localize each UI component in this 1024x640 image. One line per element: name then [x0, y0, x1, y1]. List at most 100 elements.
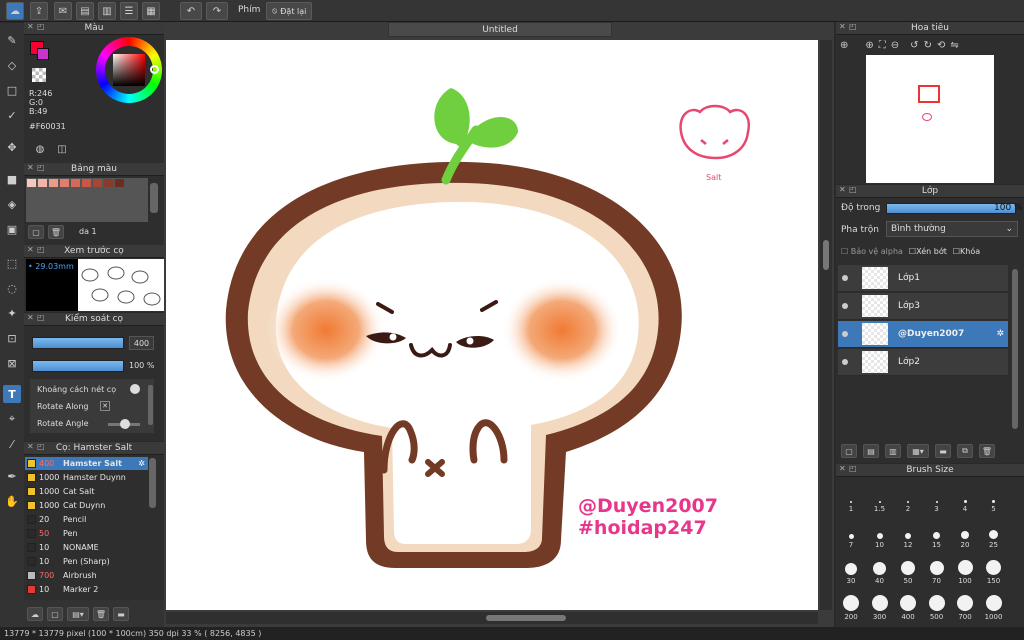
clipping-option[interactable]: ☐Xén bớt — [909, 247, 947, 256]
brush-size-cell[interactable]: 500 — [923, 587, 951, 621]
operation-tool-icon[interactable]: ⌖ — [3, 410, 21, 428]
brush-cloud-icon[interactable]: ☁ — [27, 607, 43, 621]
layer-add-menu-icon[interactable]: ▦▾ — [907, 444, 929, 458]
spacing-knob[interactable] — [130, 384, 140, 394]
eye-icon[interactable] — [842, 275, 848, 281]
palette-scrollbar[interactable] — [150, 183, 158, 213]
layer-row[interactable]: Lớp2 — [838, 349, 1008, 376]
document-icon[interactable]: ▥ — [98, 2, 116, 20]
magic-wand-tool-icon[interactable]: ✦ — [3, 304, 21, 322]
bucket-tool-icon[interactable]: ◈ — [3, 195, 21, 213]
brush-list-item[interactable]: 400 Hamster Salt ✲ — [25, 457, 148, 470]
comment-icon[interactable]: ▤ — [76, 2, 94, 20]
copy-layer-icon[interactable]: ▥ — [885, 444, 901, 458]
brush-list-item[interactable]: 10 NONAME — [25, 541, 148, 554]
size-value-field[interactable]: 400 — [129, 336, 154, 350]
pen-tool-icon[interactable]: ✒ — [3, 467, 21, 485]
brush-size-cell[interactable]: 200 — [837, 587, 865, 621]
brush-size-cell[interactable]: 20 — [951, 515, 979, 549]
brush-size-cell[interactable]: 1000 — [980, 587, 1008, 621]
cloud-icon[interactable]: ☁ — [6, 2, 24, 20]
horizontal-scroll-thumb[interactable] — [486, 615, 566, 621]
eyedropper-tool-icon[interactable]: ⁄ — [3, 435, 21, 453]
brush-size-cell[interactable]: 300 — [866, 587, 894, 621]
zoom-in-icon[interactable]: ⊕ — [840, 40, 848, 51]
move-tool-icon[interactable]: ✥ — [3, 138, 21, 156]
palette-grid[interactable] — [26, 178, 148, 222]
grid-icon[interactable]: ▦ — [142, 2, 160, 20]
eraser-tool-icon[interactable]: ◇ — [3, 56, 21, 74]
gradient-tool-icon[interactable]: ▣ — [3, 220, 21, 238]
brush-list-scrollbar[interactable] — [149, 458, 156, 508]
view-rect[interactable] — [918, 85, 940, 103]
undo-icon[interactable]: ↶ — [180, 2, 202, 20]
brush-size-cell[interactable]: 70 — [923, 551, 951, 585]
layer-row[interactable]: Lớp1 — [838, 265, 1008, 292]
new-layer-2-icon[interactable]: ▤ — [863, 444, 879, 458]
brush-folder-icon[interactable]: ▬ — [113, 607, 129, 621]
reset-button[interactable]: ⦸ Đặt lại — [266, 2, 313, 20]
layer-row[interactable]: @Duyen2007 ✲ — [838, 321, 1008, 348]
check-tool-icon[interactable]: ✓ — [3, 106, 21, 124]
opacity-slider[interactable] — [32, 360, 124, 372]
blend-mode-select[interactable]: Bình thường ⌄ — [886, 221, 1018, 237]
brush-list-item[interactable]: 10 Pen (Sharp) — [25, 555, 148, 568]
merge-layer-icon[interactable]: ⧉ — [957, 444, 973, 458]
brush-menu-label[interactable]: Phím — [238, 5, 260, 15]
chat-icon[interactable]: ✉ — [54, 2, 72, 20]
brush-list-item[interactable]: 1000 Cat Salt — [25, 485, 148, 498]
brush-list-item[interactable]: 1000 Cat Duynn — [25, 499, 148, 512]
hue-wheel[interactable] — [96, 37, 162, 103]
zoom-out-icon[interactable]: ⊖ — [891, 40, 899, 51]
brush-size-cell[interactable]: 10 — [866, 515, 894, 549]
new-palette-icon[interactable]: ▢ — [28, 225, 44, 239]
brush-size-cell[interactable]: 1 — [837, 479, 865, 513]
vertical-scroll-thumb[interactable] — [823, 240, 829, 270]
select-rect-tool-icon[interactable]: ⬚ — [3, 254, 21, 272]
rotate-along-checkbox[interactable]: ✕ — [100, 401, 110, 411]
eye-icon[interactable] — [842, 331, 848, 337]
brush-size-cell[interactable]: 700 — [951, 587, 979, 621]
hue-marker[interactable] — [150, 65, 159, 74]
transparent-swatch[interactable] — [32, 68, 46, 82]
fit-icon[interactable]: ⛶ — [879, 40, 886, 51]
brush-add-icon[interactable]: ▤▾ — [67, 607, 89, 621]
brush-list-item[interactable]: 50 Pen — [25, 527, 148, 540]
gear-icon[interactable]: ✲ — [996, 329, 1004, 339]
brush-size-cell[interactable]: 400 — [894, 587, 922, 621]
brush-size-cell[interactable]: 5 — [980, 479, 1008, 513]
delete-palette-icon[interactable]: 🗑 — [48, 225, 64, 239]
brush-size-cell[interactable]: 100 — [951, 551, 979, 585]
brush-size-cell[interactable]: 3 — [923, 479, 951, 513]
drawing-canvas[interactable]: Salt @Duyen2007 #hoidap247 — [166, 40, 818, 610]
layer-row[interactable]: Lớp3 — [838, 293, 1008, 320]
saturation-square[interactable] — [113, 54, 145, 86]
vertical-scrollbar[interactable] — [820, 40, 832, 610]
zoom-in-2-icon[interactable]: ⊕ — [865, 40, 873, 51]
new-layer-icon[interactable]: ▢ — [841, 444, 857, 458]
brush-size-cell[interactable]: 1.5 — [866, 479, 894, 513]
lock-option[interactable]: ☐Khóa — [953, 247, 980, 256]
horizontal-scrollbar[interactable] — [166, 612, 818, 624]
reset-rotate-icon[interactable]: ⟲ — [937, 40, 945, 51]
select-pen-tool-icon[interactable]: ⊡ — [3, 329, 21, 347]
brush-size-cell[interactable]: 4 — [951, 479, 979, 513]
brush-size-cell[interactable]: 40 — [866, 551, 894, 585]
navigator-preview[interactable] — [866, 55, 994, 183]
brush-delete-icon[interactable]: 🗑 — [93, 607, 109, 621]
brush-size-cell[interactable]: 15 — [923, 515, 951, 549]
brush-size-cell[interactable]: 50 — [894, 551, 922, 585]
brush-list-item[interactable]: 700 Airbrush — [25, 569, 148, 582]
rotate-angle-knob[interactable] — [120, 419, 130, 429]
layer-scrollbar[interactable] — [1010, 265, 1020, 435]
lasso-tool-icon[interactable]: ◌ — [3, 279, 21, 297]
sub-color-swatch[interactable] — [37, 48, 49, 60]
brush-size-cell[interactable]: 150 — [980, 551, 1008, 585]
gear-icon[interactable]: ✲ — [138, 459, 145, 468]
hand-tool-icon[interactable]: ✋ — [3, 492, 21, 510]
options-scrollbar[interactable] — [148, 385, 153, 425]
brush-size-cell[interactable]: 12 — [894, 515, 922, 549]
brush-list-item[interactable]: 1000 Hamster Duynn — [25, 471, 148, 484]
brush-list-item[interactable]: 20 Pencil — [25, 513, 148, 526]
color-history-icon[interactable]: ◫ — [54, 142, 70, 156]
